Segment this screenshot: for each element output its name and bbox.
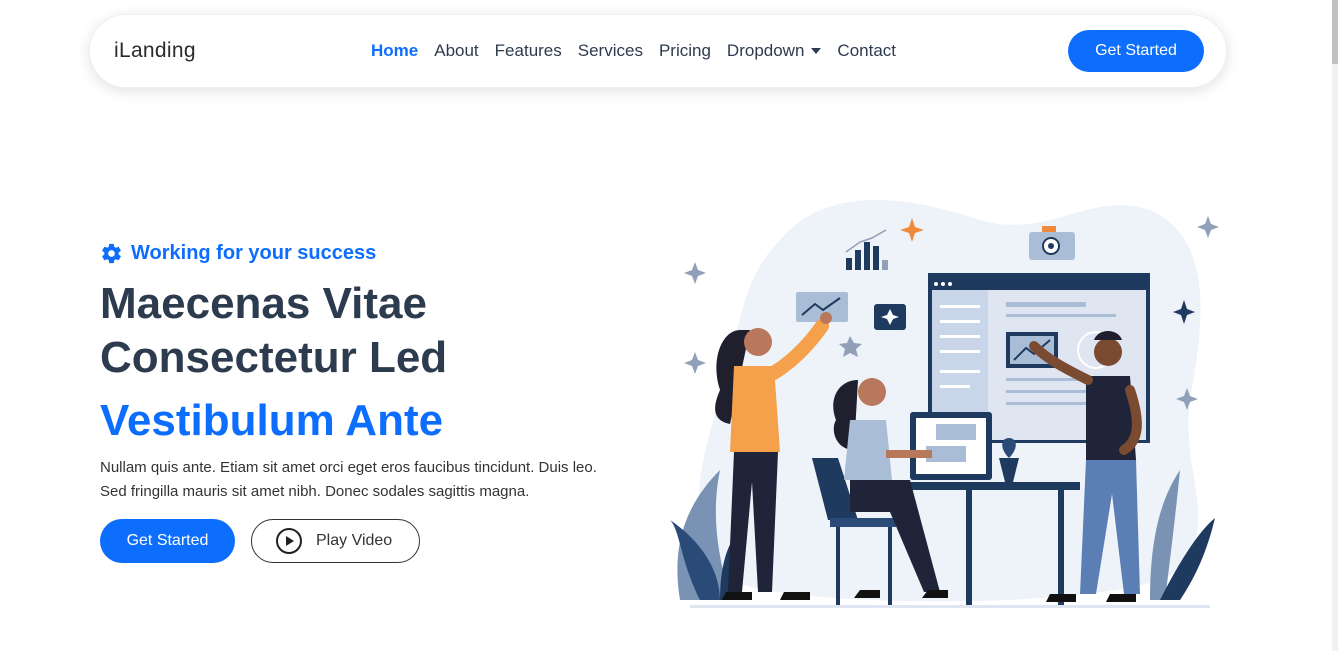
hero-illustration [670,200,1219,608]
hero-get-started-button[interactable]: Get Started [100,519,235,563]
hero-title-line1: Maecenas Vitae [100,279,427,328]
hero-title-line2: Consectetur Led [100,333,448,382]
play-video-button[interactable]: Play Video [251,519,420,563]
hero-title: Maecenas Vitae Consectetur Led [100,277,447,385]
play-video-label: Play Video [316,532,393,549]
chevron-down-icon [811,48,822,54]
nav-item-dropdown-label: Dropdown [726,41,805,60]
sparkle-card-icon [874,304,906,330]
hero-badge: Working for your success [100,242,376,265]
nav-item-home[interactable]: Home [371,41,418,61]
main-nav: Home About Features Services Pricing Dro… [371,41,896,61]
nav-item-pricing[interactable]: Pricing [659,41,711,61]
play-circle-icon [276,528,302,554]
site-logo[interactable]: iLanding [114,39,196,63]
gear-icon [102,243,121,264]
scrollbar-thumb[interactable] [1332,0,1338,64]
nav-item-services[interactable]: Services [578,41,643,61]
hero-description: Nullam quis ante. Etiam sit amet orci eg… [100,456,660,504]
hero-badge-text: Working for your success [131,242,377,264]
site-header: iLanding Home About Features Services Pr… [89,14,1227,88]
nav-item-contact[interactable]: Contact [837,41,896,61]
page-scrollbar[interactable] [1332,0,1338,651]
hero-description-line1: Nullam quis ante. Etiam sit amet orci eg… [100,459,597,476]
hero-description-line2: Sed fringilla mauris sit amet nibh. Done… [100,483,530,500]
hero-accent-title: Vestibulum Ante [100,396,444,445]
nav-item-features[interactable]: Features [495,41,562,61]
nav-item-dropdown[interactable]: Dropdown [727,41,822,61]
header-get-started-button[interactable]: Get Started [1068,30,1204,72]
floor-line [690,605,1210,608]
nav-item-about[interactable]: About [434,41,478,61]
